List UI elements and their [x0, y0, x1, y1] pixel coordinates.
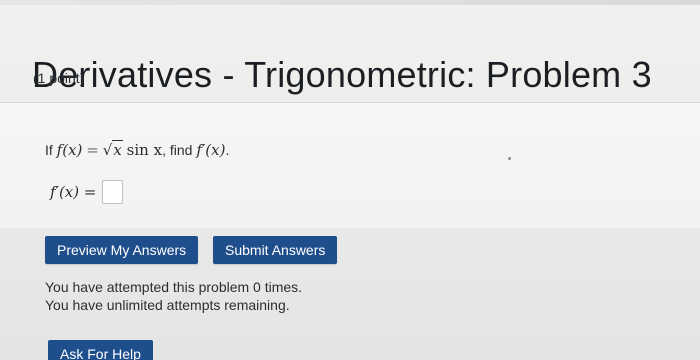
attempts-remaining-text: You have unlimited attempts remaining.	[45, 297, 290, 313]
problem-statement: If f(x) = √x sin x, find f′(x).	[45, 140, 230, 159]
window-top-edge	[0, 0, 700, 5]
sqrt-symbol: √	[102, 141, 113, 159]
preview-answers-button[interactable]: Preview My Answers	[45, 236, 199, 264]
answer-row: f′(x) =	[50, 180, 124, 204]
statement-period: .	[225, 142, 230, 158]
radicand: x	[112, 140, 123, 159]
derivative-expression: f′(x)	[196, 141, 226, 159]
attempts-count-text: You have attempted this problem 0 times.	[45, 279, 303, 295]
attempts-status: You have attempted this problem 0 times.…	[45, 278, 302, 314]
answer-label: f′(x) =	[50, 183, 97, 201]
page-title: Derivatives - Trigonometric: Problem 3	[32, 54, 652, 96]
ask-for-help-button[interactable]: Ask For Help	[48, 340, 153, 360]
equals-sign: =	[86, 141, 99, 159]
find-text: , find	[162, 142, 193, 158]
problem-panel	[0, 103, 700, 228]
submit-answers-button[interactable]: Submit Answers	[213, 236, 338, 264]
problem-prefix: If	[45, 142, 53, 158]
screen-speck	[508, 157, 511, 160]
problem-points: (1 point)	[33, 70, 85, 86]
answer-input[interactable]	[102, 180, 124, 204]
function-lhs: f(x)	[56, 141, 83, 159]
function-rhs: sin x	[126, 141, 163, 159]
